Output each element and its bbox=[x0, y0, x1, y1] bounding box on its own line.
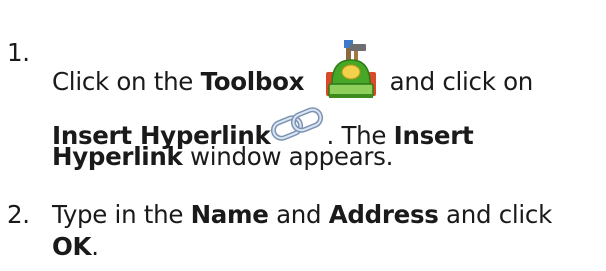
step-2-period: . bbox=[91, 232, 99, 261]
step-2-text-and: and bbox=[268, 200, 329, 229]
step-1-number: 1. bbox=[7, 38, 30, 67]
hyperlink-chain-icon bbox=[270, 107, 323, 141]
ok-label: OK bbox=[52, 232, 92, 261]
step-2-number: 2. bbox=[7, 200, 30, 229]
hyperlink-label: Hyperlink bbox=[52, 142, 183, 171]
step-2-text-click: and click bbox=[438, 200, 552, 229]
step-1-text-cont: and click on bbox=[389, 67, 534, 96]
step-2-line-1: Type in the Name and Address and click bbox=[52, 200, 552, 229]
insert-label: Insert bbox=[393, 121, 474, 150]
step-1-line-1: Click on the Toolbox and click on bbox=[52, 38, 533, 104]
instruction-list: 1. Click on the Toolbox and click on Ins… bbox=[0, 0, 606, 271]
step-1-text-3: window appears. bbox=[182, 142, 394, 171]
step-2-line-2: OK. bbox=[52, 232, 99, 261]
step-2-text: Type in the bbox=[52, 200, 191, 229]
name-label: Name bbox=[190, 200, 269, 229]
toolbox-label: Toolbox bbox=[200, 67, 305, 96]
address-label: Address bbox=[328, 200, 439, 229]
step-1-line-3: Hyperlink window appears. bbox=[52, 142, 393, 171]
toolbox-icon bbox=[325, 40, 376, 98]
step-1-text: Click on the bbox=[52, 67, 201, 96]
